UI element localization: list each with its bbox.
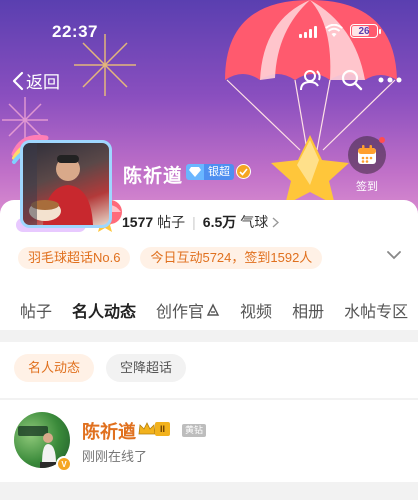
list-item[interactable]: V 陈祈遒 II 黄钻 刚刚在线了 xyxy=(0,400,418,482)
profile-stats[interactable]: 1577 帖子 | 6.5万 气球 xyxy=(122,212,280,232)
rank-chip[interactable]: 羽毛球超话No.6 xyxy=(18,247,131,269)
activity-chip[interactable]: 今日互动5724，签到1592人 xyxy=(140,247,323,269)
post-author-name[interactable]: 陈祈遒 xyxy=(82,418,136,444)
verified-icon: V xyxy=(56,456,72,472)
back-label: 返回 xyxy=(26,73,60,92)
battery-icon: 26 xyxy=(350,24,381,38)
tab-albums[interactable]: 相册 xyxy=(282,298,334,322)
avatar-photo xyxy=(20,140,112,228)
verified-icon xyxy=(236,164,251,179)
page-bottom xyxy=(0,482,418,500)
more-button[interactable] xyxy=(376,66,404,94)
tab-label: 名人动态 xyxy=(72,304,137,321)
info-chips: 羽毛球超话No.6 今日互动5724，签到1592人 xyxy=(18,247,323,269)
tab-label: 相册 xyxy=(292,304,325,321)
subtab-airdrop-topic[interactable]: 空降超话 xyxy=(106,354,187,382)
follow-user-button[interactable] xyxy=(298,66,326,94)
member-tag: 黄钻 xyxy=(182,424,207,437)
crown-level-badge: II xyxy=(138,422,171,436)
calendar-icon xyxy=(358,145,376,164)
avatar[interactable] xyxy=(10,130,122,238)
tab-label: 水帖专区 xyxy=(344,304,409,321)
wifi-icon xyxy=(325,24,343,37)
battery-level: 26 xyxy=(358,25,370,37)
add-user-icon xyxy=(300,70,321,91)
level-label: II xyxy=(155,422,171,436)
posts-label: 帖子 xyxy=(157,214,186,230)
tab-label: 帖子 xyxy=(20,304,53,321)
section-tabs: 帖子 名人动态 创作官 视频 相册 水帖专区 xyxy=(0,290,418,330)
creator-icon xyxy=(206,303,220,316)
subtab-celebrity-updates[interactable]: 名人动态 xyxy=(14,354,95,382)
subtab-bar: 名人动态 空降超话 xyxy=(0,342,418,398)
checkin-button[interactable]: 签到 xyxy=(348,136,386,194)
more-icon xyxy=(378,77,402,83)
checkin-circle xyxy=(348,136,386,174)
posts-count: 1577 xyxy=(122,214,154,230)
silver-badge[interactable]: 银超 xyxy=(186,164,234,180)
crown-icon xyxy=(138,422,156,435)
tab-creator[interactable]: 创作官 xyxy=(146,298,230,322)
tab-water-posts[interactable]: 水帖专区 xyxy=(334,298,418,322)
tab-celebrity-updates[interactable]: 名人动态 xyxy=(62,298,146,322)
profile-name: 陈祈遒 xyxy=(123,166,184,187)
tab-posts[interactable]: 帖子 xyxy=(0,298,62,322)
stats-divider: | xyxy=(192,214,196,230)
status-bar: 22:37 26 xyxy=(0,0,418,44)
chevron-left-icon xyxy=(12,71,24,90)
tab-label: 视频 xyxy=(240,304,273,321)
back-button[interactable]: 返回 xyxy=(12,68,60,93)
signal-icon xyxy=(299,26,317,38)
search-icon xyxy=(341,69,363,91)
checkin-label: 签到 xyxy=(356,181,378,193)
silver-badge-label: 银超 xyxy=(204,164,234,180)
tab-videos[interactable]: 视频 xyxy=(230,298,282,322)
notification-dot xyxy=(379,137,385,143)
diamond-icon xyxy=(186,164,204,180)
chevron-down-icon[interactable] xyxy=(386,250,402,260)
balloons-count: 6.5万 xyxy=(202,214,237,230)
balloons-label: 气球 xyxy=(240,214,269,230)
online-status: 刚刚在线了 xyxy=(82,449,148,464)
tab-label: 创作官 xyxy=(156,304,205,321)
chevron-right-icon xyxy=(272,216,280,228)
status-time: 22:37 xyxy=(52,22,98,41)
search-button[interactable] xyxy=(338,66,366,94)
person-photo xyxy=(23,143,93,225)
